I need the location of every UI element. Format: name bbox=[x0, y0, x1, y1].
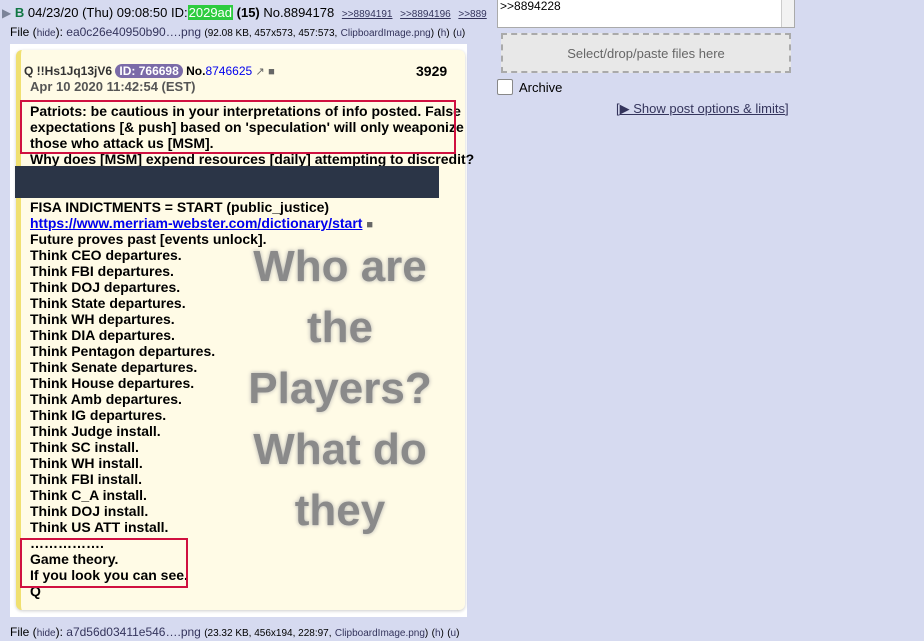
file-info-2: File (hide): a7d56d03411e546….png (23.32… bbox=[10, 625, 460, 639]
hide-file-link[interactable]: hide bbox=[37, 628, 56, 639]
original-filename-link[interactable]: ClipboardImage.png bbox=[341, 28, 431, 39]
poster-name: B bbox=[14, 5, 25, 20]
overlay-line: the bbox=[307, 303, 373, 352]
body-link-line: https://www.merriam-webster.com/dictiona… bbox=[30, 215, 474, 231]
folder-icon: ■ bbox=[366, 219, 373, 231]
reply-textarea[interactable]: >>8894228 bbox=[497, 0, 795, 28]
original-filename-link[interactable]: ClipboardImage.png bbox=[335, 628, 425, 639]
reply-text: >>8894228 bbox=[500, 0, 561, 13]
overlay-line: What do bbox=[253, 425, 427, 474]
file-name-link[interactable]: ea0c26e40950b90….png bbox=[66, 25, 201, 39]
body-line: FISA INDICTMENTS = START (public_justice… bbox=[30, 199, 330, 215]
post-id-value[interactable]: 2029ad bbox=[187, 5, 234, 20]
attached-image[interactable]: Q !!Hs1Jq13jV6 ID: 766698 No.8746625 ↗ ■… bbox=[10, 44, 474, 617]
collapse-arrow-icon[interactable]: ▶ bbox=[2, 6, 11, 20]
quoted-post-header: Q !!Hs1Jq13jV6 ID: 766698 No.8746625 ↗ ■ bbox=[24, 64, 275, 78]
file-h-link[interactable]: h bbox=[441, 28, 447, 39]
file-label: File bbox=[10, 625, 30, 639]
post-id-label: ID: bbox=[171, 5, 188, 20]
backlink-2[interactable]: >>8894196 bbox=[400, 9, 451, 20]
overlay-text: Who are the Players? What do they bbox=[240, 236, 440, 541]
archive-label: Archive bbox=[519, 79, 563, 95]
external-link-icon: ↗ bbox=[255, 66, 265, 78]
file-meta: (92.08 KB, 457x573, 457:573, bbox=[204, 28, 338, 39]
overlay-line: Players? bbox=[248, 364, 432, 413]
file-meta: (23.32 KB, 456x194, 228:97, bbox=[204, 628, 332, 639]
post-datetime: 04/23/20 (Thu) 09:08:50 bbox=[27, 5, 168, 20]
quoted-post-link: 8746625 bbox=[205, 64, 253, 78]
post-count: (15) bbox=[236, 5, 260, 20]
overlay-line: Who are bbox=[253, 242, 427, 291]
quoted-post-date: Apr 10 2020 11:42:54 (EST) bbox=[30, 79, 196, 94]
file-meta-close: ) bbox=[424, 628, 429, 639]
show-post-options-link[interactable]: [▶ Show post options & limits] bbox=[616, 101, 789, 116]
file-u-link[interactable]: u bbox=[451, 628, 457, 639]
highlight-box bbox=[20, 100, 456, 154]
file-drop-zone[interactable]: Select/drop/paste files here bbox=[501, 33, 791, 73]
quoted-post-number: 3929 bbox=[416, 63, 448, 79]
backlink-1[interactable]: >>8894191 bbox=[342, 9, 393, 20]
post-header: ▶ B 04/23/20 (Thu) 09:08:50 ID:2029ad (1… bbox=[2, 5, 496, 23]
file-label: File bbox=[10, 25, 30, 39]
overlay-line: they bbox=[294, 486, 386, 535]
post-number[interactable]: No.8894178 bbox=[263, 5, 334, 20]
quoted-id-badge: ID: 766698 bbox=[115, 64, 183, 78]
quoted-tripcode: Q !!Hs1Jq13jV6 bbox=[24, 64, 113, 78]
folder-icon: ■ bbox=[268, 66, 275, 78]
archive-option[interactable]: Archive bbox=[497, 79, 562, 95]
archive-checkbox[interactable] bbox=[497, 79, 513, 95]
backlink-3[interactable]: >>889 bbox=[458, 9, 486, 20]
file-u-link[interactable]: u bbox=[456, 28, 462, 39]
highlight-box bbox=[20, 538, 188, 588]
dictionary-link: https://www.merriam-webster.com/dictiona… bbox=[30, 215, 363, 231]
file-h-link[interactable]: h bbox=[435, 628, 441, 639]
textarea-scrollbar[interactable] bbox=[781, 0, 794, 27]
quoted-no-prefix: No. bbox=[186, 64, 206, 78]
hide-file-link[interactable]: hide bbox=[37, 28, 56, 39]
file-meta-close: ) bbox=[430, 28, 435, 39]
file-name-link[interactable]: a7d56d03411e546….png bbox=[66, 625, 201, 639]
show-post-options[interactable]: [▶ Show post options & limits] bbox=[616, 101, 789, 117]
file-info-1: File (hide): ea0c26e40950b90….png (92.08… bbox=[10, 25, 466, 39]
redacted-bar bbox=[15, 166, 439, 198]
